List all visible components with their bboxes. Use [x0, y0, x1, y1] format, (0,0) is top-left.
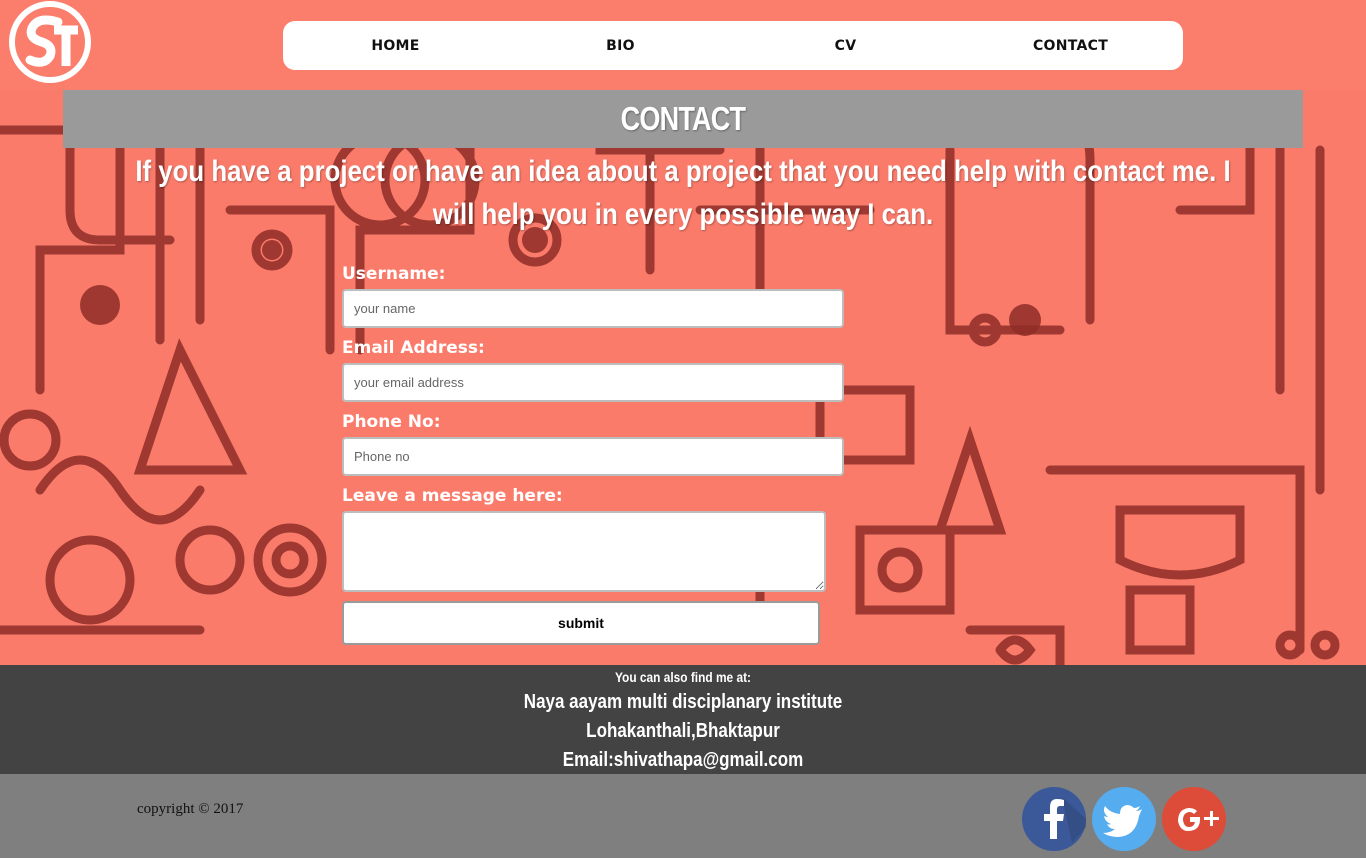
intro-text: If you have a project or have an idea ab…	[135, 155, 1231, 231]
username-label: Username:	[342, 264, 446, 284]
find-me-heading: You can also find me at:	[615, 669, 751, 685]
phone-label: Phone No:	[342, 412, 441, 432]
footer-email: Email:shivathapa@gmail.com	[562, 749, 804, 771]
page-title: CONTACT	[620, 100, 746, 137]
message-textarea[interactable]	[342, 511, 826, 592]
twitter-icon[interactable]	[1092, 787, 1156, 851]
username-input[interactable]	[342, 289, 844, 328]
google-plus-icon[interactable]	[1162, 787, 1226, 851]
footer-bottom: copyright © 2017	[0, 774, 1366, 858]
footer-address: Lohakanthali,Bhaktapur	[586, 720, 780, 742]
nav-cv[interactable]: CV	[733, 38, 958, 54]
facebook-icon[interactable]	[1022, 787, 1086, 851]
st-logo-icon[interactable]	[8, 0, 92, 84]
message-label: Leave a message here:	[342, 486, 563, 506]
contact-form: Username: Email Address: Phone No: Leave…	[342, 261, 847, 645]
intro-text-block: If you have a project or have an idea ab…	[20, 150, 1346, 236]
email-label: Email Address:	[342, 338, 485, 358]
main-nav: HOME BIO CV CONTACT	[283, 21, 1183, 70]
phone-input[interactable]	[342, 437, 844, 476]
footer-contact-info: You can also find me at: Naya aayam mult…	[0, 665, 1366, 774]
nav-bio[interactable]: BIO	[508, 38, 733, 54]
copyright-text: copyright © 2017	[137, 801, 244, 817]
page-title-bar: CONTACT	[63, 90, 1303, 148]
email-input[interactable]	[342, 363, 844, 402]
nav-home[interactable]: HOME	[283, 38, 508, 54]
footer-org: Naya aayam multi disciplanary institute	[523, 691, 843, 713]
nav-contact[interactable]: CONTACT	[958, 38, 1183, 54]
site-header: HOME BIO CV CONTACT	[0, 0, 1366, 90]
submit-button[interactable]: submit	[342, 601, 820, 645]
